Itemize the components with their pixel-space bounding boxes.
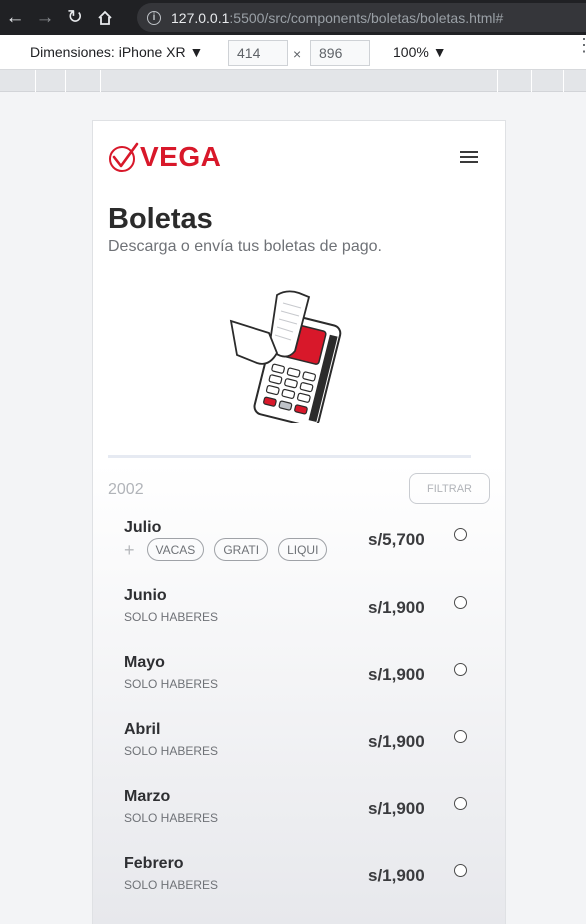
- payslip-amount: s/5,700: [368, 530, 425, 549]
- url-text: 127.0.0.1:5500/src/components/boletas/bo…: [171, 9, 504, 26]
- payslip-amount: s/1,900: [368, 866, 425, 885]
- media-query-ruler: [0, 70, 586, 92]
- payslip-month: Febrero: [124, 855, 184, 872]
- vega-logo[interactable]: VEGA: [108, 141, 221, 173]
- payslip-row-febrero[interactable]: Febrero SOLO HABERES s/1,900: [93, 855, 505, 915]
- payslip-note: SOLO HABERES: [124, 811, 219, 825]
- forward-arrow-icon[interactable]: →: [30, 0, 60, 35]
- site-info-icon[interactable]: i: [147, 10, 161, 25]
- more-options-icon[interactable]: ⋮: [575, 36, 586, 54]
- payslip-radio[interactable]: [454, 528, 467, 541]
- year-label: 2002: [108, 481, 144, 498]
- payslip-tags: + VACAS GRATI LIQUI: [124, 538, 337, 561]
- filter-button[interactable]: FILTRAR: [409, 473, 490, 504]
- tag-grati[interactable]: GRATI: [214, 538, 269, 561]
- page-title: Boletas: [108, 203, 213, 235]
- dimension-separator: ×: [293, 46, 302, 62]
- tag-vacas[interactable]: VACAS: [146, 538, 205, 561]
- payslip-row-abril[interactable]: Abril SOLO HABERES s/1,900: [93, 721, 505, 781]
- payslip-radio[interactable]: [454, 730, 467, 743]
- payslip-radio[interactable]: [454, 797, 467, 810]
- brand-name: VEGA: [140, 141, 222, 172]
- browser-toolbar: ← → ↻ i 127.0.0.1:5500/src/components/bo…: [0, 0, 586, 35]
- payslip-month: Mayo: [124, 654, 165, 671]
- viewport-width-input[interactable]: 414: [228, 40, 288, 66]
- payslip-amount: s/1,900: [368, 732, 425, 751]
- payslip-amount: s/1,900: [368, 665, 425, 684]
- payslip-row-julio[interactable]: Julio + VACAS GRATI LIQUI s/5,700: [93, 519, 505, 579]
- payslip-row-junio[interactable]: Junio SOLO HABERES s/1,900: [93, 587, 505, 647]
- payslip-month: Junio: [124, 587, 167, 604]
- payslip-radio[interactable]: [454, 663, 467, 676]
- home-icon[interactable]: [90, 0, 120, 35]
- tag-liqui[interactable]: LIQUI: [278, 538, 328, 561]
- payslip-note: SOLO HABERES: [124, 677, 219, 691]
- payslip-amount: s/1,900: [368, 799, 425, 818]
- plus-icon[interactable]: +: [124, 541, 135, 559]
- payslip-row-marzo[interactable]: Marzo SOLO HABERES s/1,900: [93, 788, 505, 848]
- payslip-month: Marzo: [124, 788, 171, 805]
- reload-icon[interactable]: ↻: [60, 0, 90, 35]
- payslip-note: SOLO HABERES: [124, 878, 219, 892]
- device-select[interactable]: Dimensiones: iPhone XR ▼: [30, 44, 203, 60]
- checkmark-circle-icon: [109, 142, 139, 172]
- payslip-month: Julio: [124, 519, 162, 536]
- address-bar[interactable]: i 127.0.0.1:5500/src/components/boletas/…: [137, 3, 586, 32]
- zoom-select[interactable]: 100% ▼: [393, 44, 447, 60]
- payslip-amount: s/1,900: [368, 598, 425, 617]
- payment-terminal-illustration: [229, 290, 342, 423]
- hamburger-menu-icon[interactable]: [460, 151, 480, 165]
- payslip-row-mayo[interactable]: Mayo SOLO HABERES s/1,900: [93, 654, 505, 714]
- payslip-radio[interactable]: [454, 596, 467, 609]
- page-subtitle: Descarga o envía tus boletas de pago.: [108, 238, 382, 255]
- payslip-note: SOLO HABERES: [124, 610, 219, 624]
- payslip-note: SOLO HABERES: [124, 744, 219, 758]
- section-divider: [108, 455, 471, 458]
- back-arrow-icon[interactable]: ←: [0, 0, 30, 35]
- viewport-height-input[interactable]: 896: [310, 40, 370, 66]
- device-toolbar: Dimensiones: iPhone XR ▼ 414 × 896 100% …: [0, 35, 586, 70]
- mobile-viewport: VEGA Boletas Descarga o envía tus boleta…: [92, 120, 506, 924]
- payslip-month: Abril: [124, 721, 161, 738]
- payslip-radio[interactable]: [454, 864, 467, 877]
